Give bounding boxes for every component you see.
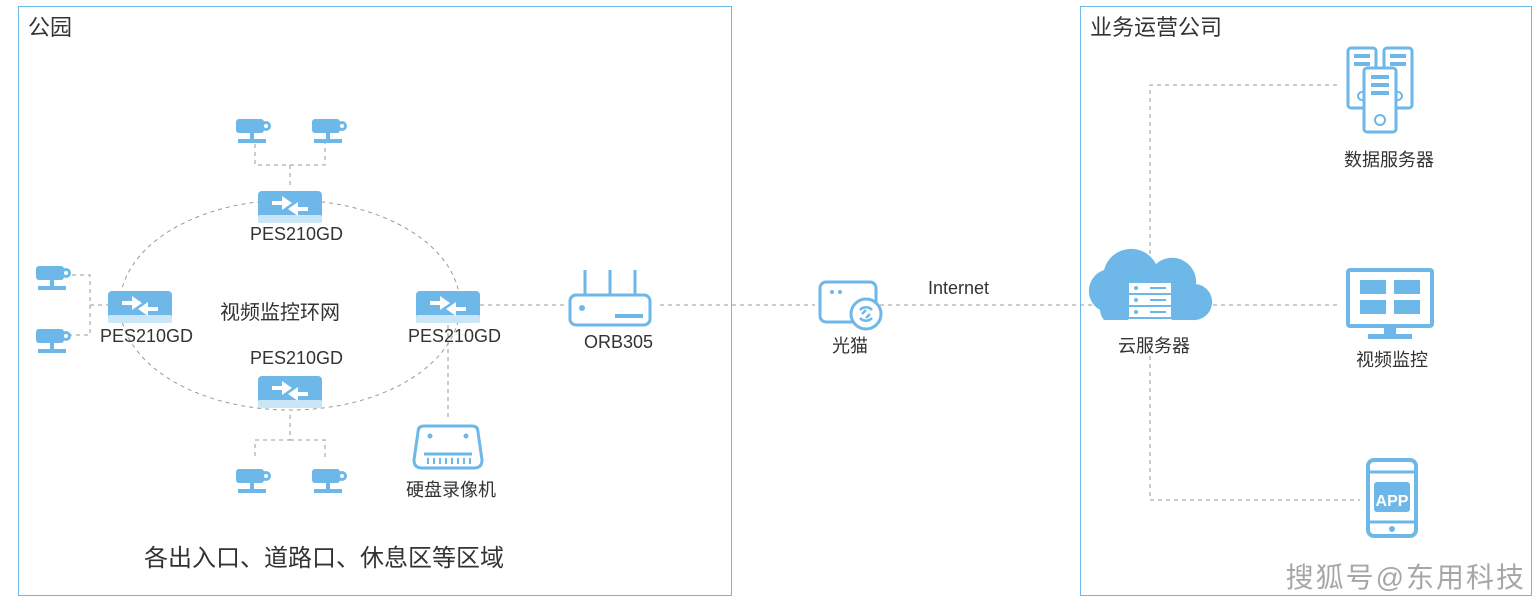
dataserver-label: 数据服务器	[1344, 146, 1434, 172]
park-title: 公园	[28, 10, 72, 42]
internet-label: Internet	[928, 278, 989, 299]
company-box	[1080, 6, 1532, 596]
cloud-label: 云服务器	[1118, 332, 1190, 358]
router-label: ORB305	[584, 332, 653, 353]
switch-right-label: PES210GD	[408, 326, 501, 347]
switch-top-label: PES210GD	[250, 224, 343, 245]
park-box	[18, 6, 732, 596]
company-title: 业务运营公司	[1090, 10, 1222, 42]
network-diagram: 公园 业务运营公司	[0, 0, 1538, 600]
watermark-text: 搜狐号@东用科技	[1286, 556, 1526, 596]
modem-label: 光猫	[832, 332, 868, 358]
switch-left-label: PES210GD	[100, 326, 193, 347]
modem-icon	[820, 282, 881, 329]
nvr-label: 硬盘录像机	[406, 476, 496, 502]
videomonitor-label: 视频监控	[1356, 346, 1428, 372]
switch-bottom-label: PES210GD	[250, 348, 343, 369]
area-desc-label: 各出入口、道路口、休息区等区域	[144, 538, 504, 573]
ring-label: 视频监控环网	[220, 296, 340, 325]
